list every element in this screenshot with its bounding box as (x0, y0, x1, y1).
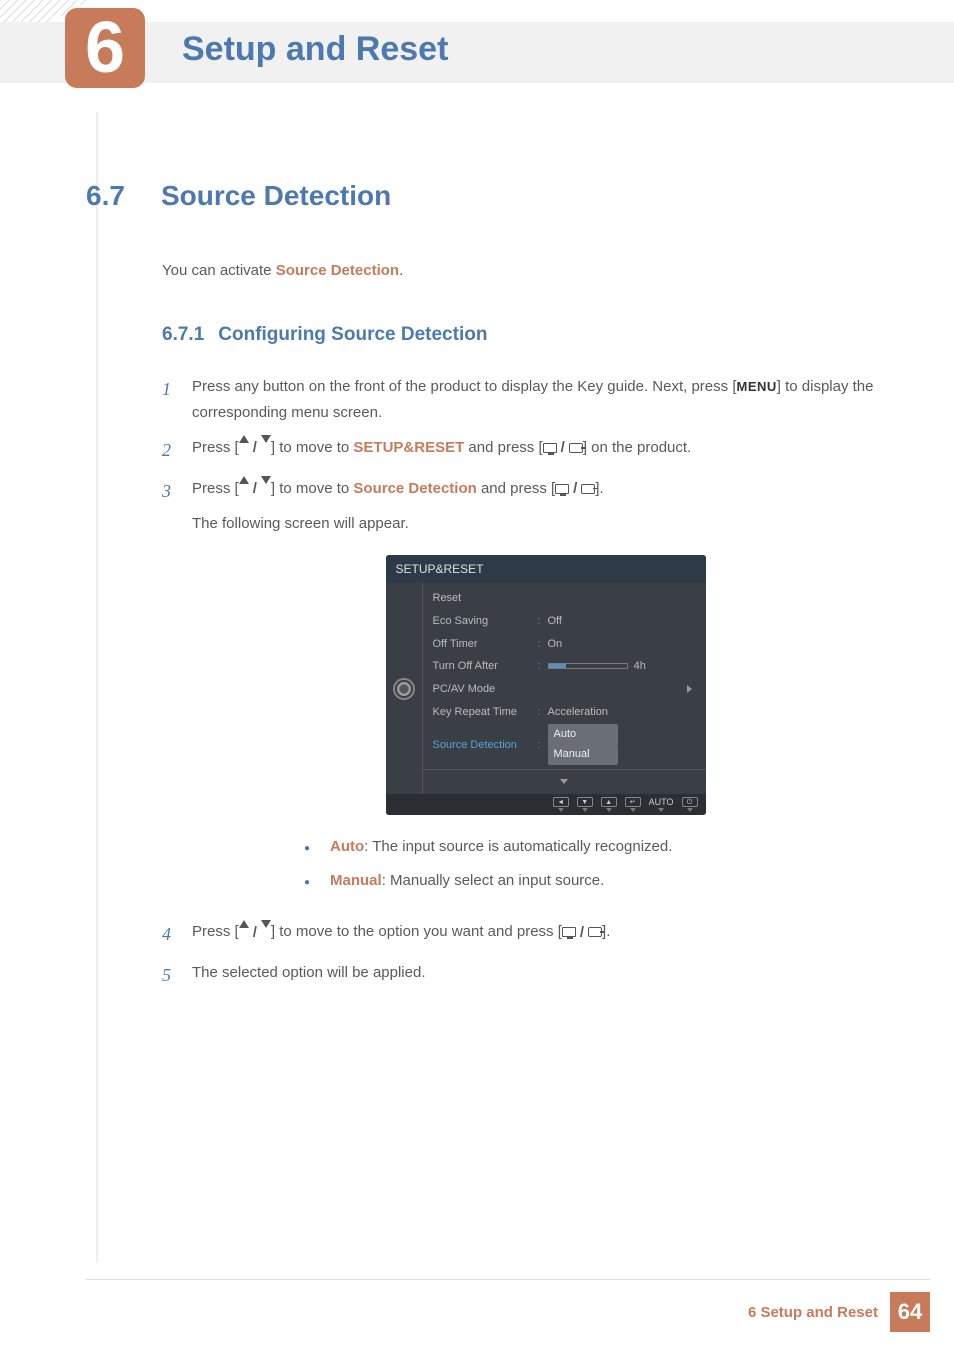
step-followup: The following screen will appear. (192, 511, 899, 537)
osd-row-keyrepeat: Key Repeat Time:Acceleration (423, 701, 706, 724)
osd-btn-down: ▼ (577, 797, 593, 812)
subsection-number: 6.7.1 (162, 324, 204, 345)
bullet-icon: ● (304, 869, 330, 893)
osd-row-sourcedetection: Source Detection:AutoManual (423, 723, 706, 766)
step-3: 3 Press [/] to move to Source Detection … (162, 476, 899, 910)
menu-button-label: MENU (736, 379, 776, 394)
osd-row-offtimer: Off Timer:On (423, 633, 706, 656)
osd-row-reset: Reset (423, 587, 706, 610)
up-down-icon: / (239, 476, 271, 502)
source-enter-icon: / (562, 920, 602, 946)
step-1: 1 Press any button on the front of the p… (162, 374, 899, 425)
source-enter-icon: / (543, 435, 583, 461)
up-down-icon: / (239, 435, 271, 461)
step-body: Press [/] to move to SETUP&RESET and pre… (192, 435, 899, 466)
osd-btn-back: ◄ (553, 797, 569, 812)
step-body: The selected option will be applied. (192, 960, 899, 991)
main-content: 6.7 Source Detection You can activate Sou… (86, 180, 899, 1001)
osd-title: SETUP&RESET (386, 555, 706, 583)
osd-row-turnoffafter: Turn Off After: 4h (423, 655, 706, 678)
section-number: 6.7 (86, 180, 125, 211)
page-footer: 6 Setup and Reset 64 (86, 1279, 930, 1332)
osd-footer-buttons: ◄ ▼ ▲ ↵ AUTO ⏻ (386, 794, 706, 815)
intro-paragraph: You can activate Source Detection. (162, 262, 899, 279)
term-source-detection: Source Detection (276, 262, 399, 279)
section-title: Source Detection (161, 180, 391, 211)
osd-more-indicator (423, 769, 706, 791)
subsection-heading: 6.7.1 Configuring Source Detection (162, 324, 899, 346)
page-number: 64 (890, 1292, 930, 1332)
step-number: 2 (162, 435, 192, 466)
step-number: 3 (162, 476, 192, 910)
bullet-icon: ● (304, 835, 330, 859)
chapter-title: Setup and Reset (182, 30, 448, 69)
footer-chapter-label: 6 Setup and Reset (748, 1304, 878, 1321)
osd-screenshot: SETUP&RESET Reset Eco Saving:Off Off Tim… (192, 555, 899, 816)
osd-btn-auto: AUTO (649, 797, 674, 812)
chapter-number-badge: 6 (65, 8, 145, 88)
step-body: Press [/] to move to Source Detection an… (192, 476, 899, 910)
step-2: 2 Press [/] to move to SETUP&RESET and p… (162, 435, 899, 466)
osd-row-eco: Eco Saving:Off (423, 610, 706, 633)
subsection-title: Configuring Source Detection (218, 324, 487, 345)
osd-option-manual: Manual (548, 744, 618, 765)
up-down-icon: / (239, 920, 271, 946)
bullet-manual: ● Manual: Manually select an input sourc… (304, 869, 899, 893)
step-number: 5 (162, 960, 192, 991)
source-enter-icon: / (555, 476, 595, 502)
step-5: 5 The selected option will be applied. (162, 960, 899, 991)
step-number: 4 (162, 919, 192, 950)
chevron-right-icon (687, 685, 692, 693)
osd-row-pcav: PC/AV Mode (423, 678, 706, 701)
term-auto: Auto (330, 838, 364, 855)
gear-icon (395, 680, 413, 698)
step-4: 4 Press [/] to move to the option you wa… (162, 919, 899, 950)
step-body: Press any button on the front of the pro… (192, 374, 899, 425)
osd-btn-up: ▲ (601, 797, 617, 812)
option-bullets: ● Auto: The input source is automaticall… (304, 835, 899, 893)
step-body: Press [/] to move to the option you want… (192, 919, 899, 950)
osd-option-auto: Auto (548, 724, 618, 745)
step-list: 1 Press any button on the front of the p… (162, 374, 899, 991)
slider-track (548, 663, 628, 669)
step-number: 1 (162, 374, 192, 425)
term-manual: Manual (330, 872, 382, 889)
term-setup-reset: SETUP&RESET (353, 439, 464, 456)
osd-btn-enter: ↵ (625, 797, 641, 812)
section-heading: 6.7 Source Detection (86, 180, 899, 212)
osd-btn-power: ⏻ (682, 797, 698, 812)
term-source-detection: Source Detection (353, 480, 476, 497)
bullet-auto: ● Auto: The input source is automaticall… (304, 835, 899, 859)
